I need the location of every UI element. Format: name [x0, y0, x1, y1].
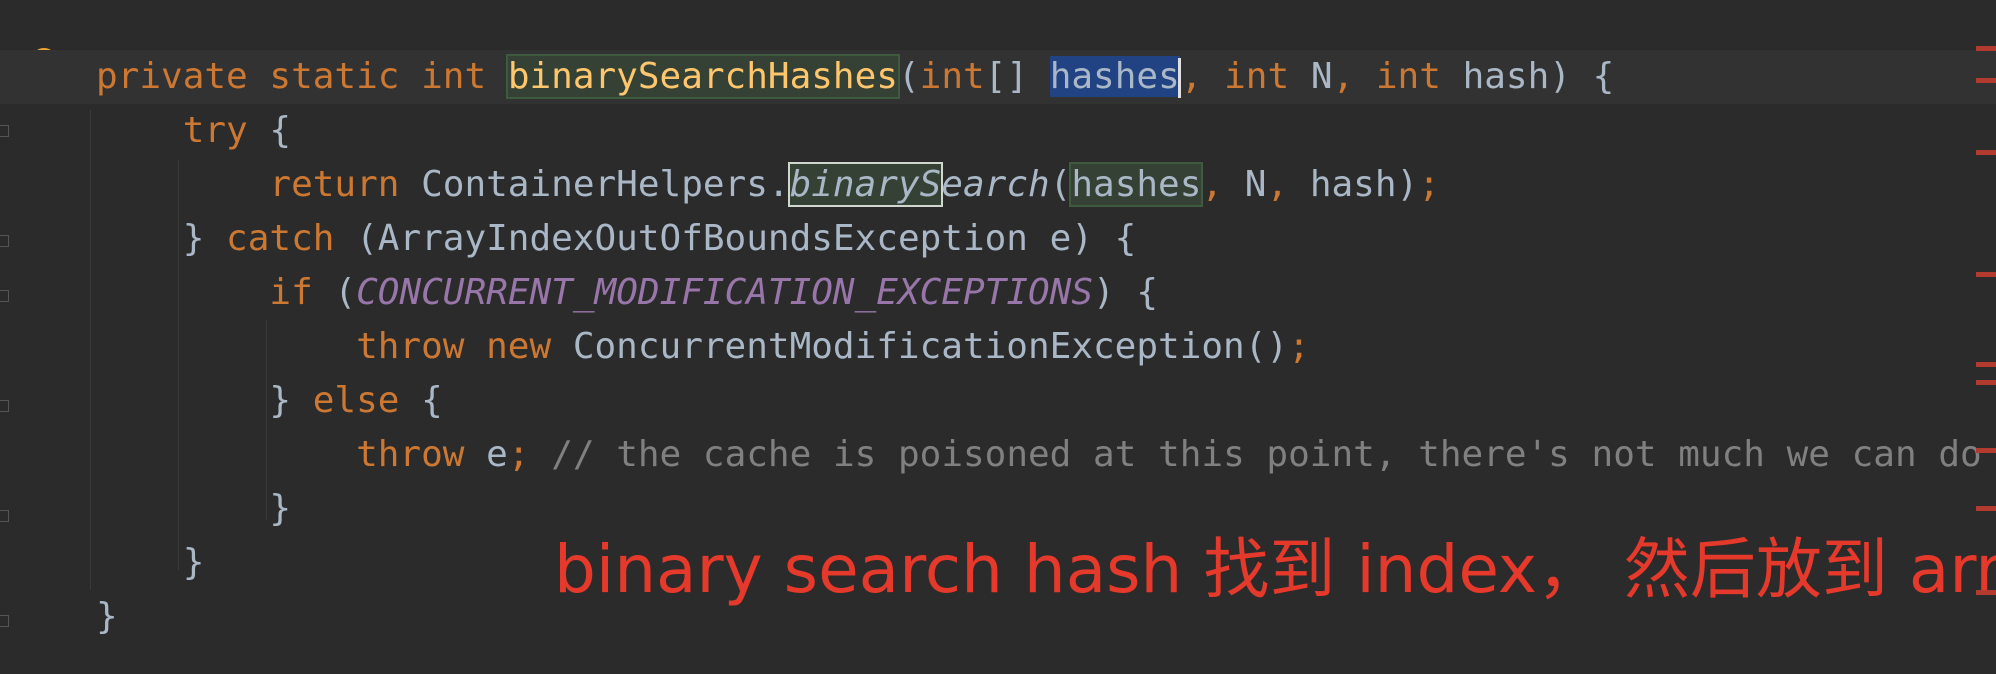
code-token: earch — [941, 164, 1050, 205]
code-token: int — [1375, 56, 1463, 97]
code-token: ; — [1418, 164, 1440, 205]
code-token: throw new — [96, 326, 573, 367]
code-token: , — [1266, 164, 1310, 205]
code-token: ; — [1288, 326, 1310, 367]
code-line[interactable]: } — [0, 482, 1996, 536]
code-token: (ArrayIndexOutOfBoundsException e) { — [356, 218, 1137, 259]
code-token: , — [1201, 164, 1245, 205]
code-line[interactable]: } catch (ArrayIndexOutOfBoundsException … — [0, 212, 1996, 266]
code-token: CONCURRENT_MODIFICATION_EXCEPTIONS — [356, 272, 1094, 313]
code-token: binaryS — [787, 162, 944, 207]
code-token: ConcurrentModificationException() — [572, 326, 1289, 367]
code-token: ( — [334, 272, 357, 313]
error-stripe-marker[interactable] — [1976, 46, 1996, 51]
code-token: ContainerHelpers. — [421, 164, 790, 205]
code-token: // the cache is poisoned at this point, … — [551, 434, 1982, 475]
code-token: hash) { — [1462, 56, 1615, 97]
code-token: ( — [897, 56, 920, 97]
error-stripe-marker[interactable] — [1976, 150, 1996, 155]
code-token: e — [486, 434, 508, 475]
code-token: catch — [226, 218, 357, 259]
code-line[interactable]: throw new ConcurrentModificationExceptio… — [0, 320, 1996, 374]
error-stripe-marker[interactable] — [1976, 590, 1996, 595]
code-token: private static int — [96, 56, 508, 97]
code-token: int — [1224, 56, 1311, 97]
code-token: int — [919, 56, 985, 97]
code-token: ; — [507, 434, 552, 475]
code-token: N — [1310, 56, 1333, 97]
code-token: binarySearchHashes — [505, 54, 900, 99]
code-token: { — [269, 110, 292, 151]
code-token: hashes — [1049, 56, 1180, 97]
code-token: } — [96, 488, 292, 529]
code-token: throw — [96, 434, 487, 475]
code-token: return — [96, 164, 422, 205]
code-token: , — [1332, 56, 1376, 97]
code-token: ( — [1049, 164, 1072, 205]
code-token: try — [96, 110, 270, 151]
code-line[interactable]: } else { — [0, 374, 1996, 428]
code-token: [] — [984, 56, 1050, 97]
code-token: ) { — [1093, 272, 1159, 313]
error-stripe-marker[interactable] — [1976, 272, 1996, 277]
code-token: } — [96, 218, 227, 259]
code-line[interactable]: private static int binarySearchHashes(in… — [0, 50, 1996, 104]
code-token: , — [1180, 56, 1225, 97]
error-stripe-marker[interactable] — [1976, 506, 1996, 511]
code-editor[interactable]: private static int binarySearchHashes(in… — [0, 0, 1996, 674]
code-token: } — [96, 596, 118, 637]
error-stripe-marker[interactable] — [1976, 448, 1996, 453]
code-token: { — [421, 380, 443, 421]
code-line[interactable]: try { — [0, 104, 1996, 158]
code-token: N — [1244, 164, 1267, 205]
code-line[interactable]: return ContainerHelpers.binarySearch(has… — [0, 158, 1996, 212]
error-stripe-marker[interactable] — [1976, 362, 1996, 367]
code-token: } — [96, 380, 313, 421]
code-line[interactable]: if (CONCURRENT_MODIFICATION_EXCEPTIONS) … — [0, 266, 1996, 320]
code-token: if — [96, 272, 335, 313]
code-token: hashes — [1069, 162, 1204, 207]
error-stripe-marker[interactable] — [1976, 380, 1996, 385]
error-stripe-marker[interactable] — [1976, 78, 1996, 83]
annotation-text: binary search hash 找到 index， 然后放到 array — [554, 531, 1996, 608]
code-token: } — [96, 542, 205, 583]
code-token: else — [312, 380, 422, 421]
code-token: hash) — [1309, 164, 1419, 205]
code-line[interactable]: throw e; // the cache is poisoned at thi… — [0, 428, 1996, 482]
